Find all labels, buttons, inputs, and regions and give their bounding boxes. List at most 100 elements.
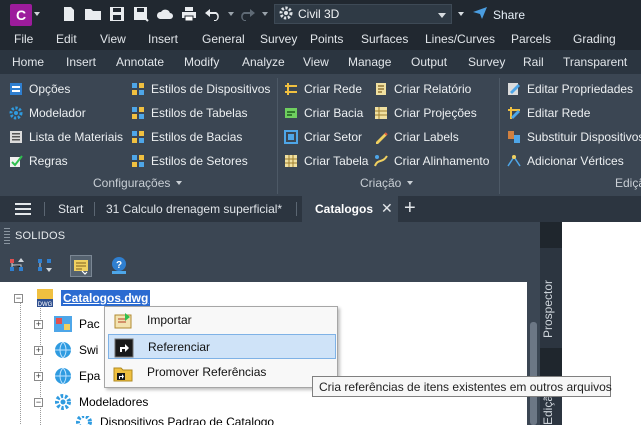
palette-grip-handle[interactable] (4, 228, 10, 244)
criar-alinhamento-button[interactable]: Criar Alinhamento (374, 151, 489, 171)
ribbon-tab-survey[interactable]: Survey (468, 55, 505, 69)
estilos-bacias-button[interactable]: Estilos de Bacias (131, 127, 242, 147)
title-bar: C Civil 3D Share (0, 0, 641, 28)
modeler-gear-icon (53, 393, 73, 411)
regras-button[interactable]: Regras (9, 151, 68, 171)
ribbon-tab-manage[interactable]: Manage (348, 55, 391, 69)
help-icon[interactable]: ? (108, 255, 130, 277)
ribbon-tab-home[interactable]: Home (12, 55, 44, 69)
ribbon-tab-insert[interactable]: Insert (66, 55, 96, 69)
scrollbar-thumb[interactable] (530, 322, 537, 425)
expand-toggle-icon[interactable]: + (34, 319, 43, 329)
tree-scrollbar[interactable] (527, 282, 540, 425)
estilos-setores-button[interactable]: Estilos de Setores (131, 151, 248, 171)
open-folder-icon[interactable] (84, 5, 102, 23)
lista-materiais-label: Lista de Materiais (29, 130, 124, 144)
print-icon[interactable] (180, 5, 198, 23)
criar-setor-button[interactable]: Criar Setor (284, 127, 362, 147)
referenciar-label: Referenciar (148, 340, 211, 354)
collapse-toggle-icon[interactable]: − (34, 397, 43, 407)
criar-projecoes-button[interactable]: Criar Projeções (374, 103, 477, 123)
menu-file[interactable]: File (14, 32, 33, 46)
opcoes-button[interactable]: Opções (9, 79, 70, 99)
cloud-icon[interactable] (156, 5, 174, 23)
ribbon-tab-transparent[interactable]: Transparent (563, 55, 627, 69)
app-logo[interactable]: C (10, 4, 32, 26)
criar-relatorio-button[interactable]: Criar Relatório (374, 79, 471, 99)
app-menu-caret-icon[interactable] (34, 12, 40, 16)
menu-general[interactable]: General (202, 32, 245, 46)
tab-catalogos[interactable]: Catalogos (315, 202, 373, 216)
editar-rede-button[interactable]: Editar Rede (507, 103, 590, 123)
menu-item-promover-referencias[interactable]: Promover Referências (108, 360, 336, 385)
ribbon-tab-view[interactable]: View (303, 55, 329, 69)
estilos-setores-label: Estilos de Setores (151, 154, 248, 168)
undo-icon[interactable] (204, 5, 222, 23)
modelador-button[interactable]: Modelador (9, 103, 86, 123)
estilos-tabelas-button[interactable]: Estilos de Tabelas (131, 103, 248, 123)
new-icon[interactable] (60, 5, 78, 23)
menu-view[interactable]: View (100, 32, 126, 46)
expand-toggle-icon[interactable]: + (34, 345, 43, 355)
configuracoes-panel-label[interactable]: Configurações (93, 176, 183, 190)
criar-rede-button[interactable]: Criar Rede (284, 79, 362, 99)
partial-node-label: Dispositivos Padrao de Catalogo (100, 416, 275, 425)
tab-start[interactable]: Start (58, 202, 83, 216)
alignment-icon (374, 154, 388, 168)
menu-insert[interactable]: Insert (148, 32, 178, 46)
menu-parcels[interactable]: Parcels (511, 32, 551, 46)
share-button[interactable]: Share (472, 6, 525, 23)
promover-referencias-label: Promover Referências (147, 365, 267, 379)
undo-dropdown-caret-icon[interactable] (228, 12, 234, 16)
side-tab-prospector-label: Prospector (541, 279, 555, 338)
criar-tabela-button[interactable]: Criar Tabela (284, 151, 368, 171)
criar-relatorio-label: Criar Relatório (394, 82, 472, 96)
save-icon[interactable] (108, 5, 126, 23)
tree-guide-line (20, 296, 21, 425)
estilos-dispositivos-button[interactable]: Estilos de Dispositivos (131, 79, 270, 99)
menu-edit[interactable]: Edit (56, 32, 77, 46)
menu-surfaces[interactable]: Surfaces (361, 32, 408, 46)
redo-icon[interactable] (238, 5, 256, 23)
menu-points[interactable]: Points (310, 32, 343, 46)
menu-survey[interactable]: Survey (260, 32, 297, 46)
collapse-toggle-icon[interactable]: − (14, 293, 23, 303)
tree-row-root[interactable]: − DWG Catalogos.dwg (14, 288, 151, 308)
substituir-dispositivos-button[interactable]: Substituir Dispositivos (507, 127, 641, 147)
hamburger-menu-icon[interactable] (15, 203, 31, 215)
tab-drawing[interactable]: 31 Calculo drenagem superficial* (106, 202, 282, 216)
menu-lines-curves[interactable]: Lines/Curves (425, 32, 495, 46)
criar-labels-button[interactable]: Criar Labels (374, 127, 459, 147)
sector-styles-icon (131, 154, 145, 168)
criacao-panel-label[interactable]: Criação (360, 176, 414, 190)
lista-materiais-button[interactable]: Lista de Materiais (9, 127, 123, 147)
tree-row-child-3[interactable]: + Epa (34, 366, 100, 386)
editar-propriedades-button[interactable]: Editar Propriedades (507, 79, 633, 99)
menu-item-referenciar[interactable]: Referenciar (108, 334, 336, 359)
menu-grading[interactable]: Grading (573, 32, 616, 46)
workspace-select[interactable]: Civil 3D (274, 4, 452, 24)
edicao-panel-label[interactable]: Ediçã (615, 176, 641, 190)
expand-toggle-icon[interactable]: + (34, 371, 43, 381)
ribbon-tab-output[interactable]: Output (411, 55, 447, 69)
adicionar-vertices-button[interactable]: Adicionar Vértices (507, 151, 624, 171)
customize-qat-caret-icon[interactable] (458, 12, 464, 16)
ribbon-tab-modify[interactable]: Modify (184, 55, 219, 69)
new-tab-plus-icon[interactable]: + (404, 197, 416, 220)
tree-row-partial[interactable]: Dispositivos Padrao de Catalogo (74, 416, 274, 425)
ribbon-tab-analyze[interactable]: Analyze (242, 55, 285, 69)
ribbon-tab-rail[interactable]: Rail (523, 55, 544, 69)
move-up-icon[interactable] (6, 255, 28, 277)
tree-row-modeladores[interactable]: − Modeladores (34, 392, 148, 412)
tree-row-child-2[interactable]: + Swi (34, 340, 98, 360)
menu-item-importar[interactable]: Importar (108, 308, 336, 333)
redo-dropdown-caret-icon[interactable] (262, 12, 268, 16)
catalog-list-icon[interactable] (70, 255, 92, 277)
move-down-icon[interactable] (34, 255, 56, 277)
ribbon-tab-annotate[interactable]: Annotate (116, 55, 164, 69)
add-vertices-icon (507, 154, 521, 168)
close-tab-icon[interactable]: ✕ (381, 200, 393, 217)
criar-bacia-button[interactable]: Criar Bacia (284, 103, 363, 123)
save-as-icon[interactable] (132, 5, 150, 23)
tree-row-child-1[interactable]: + Pac (34, 314, 100, 334)
